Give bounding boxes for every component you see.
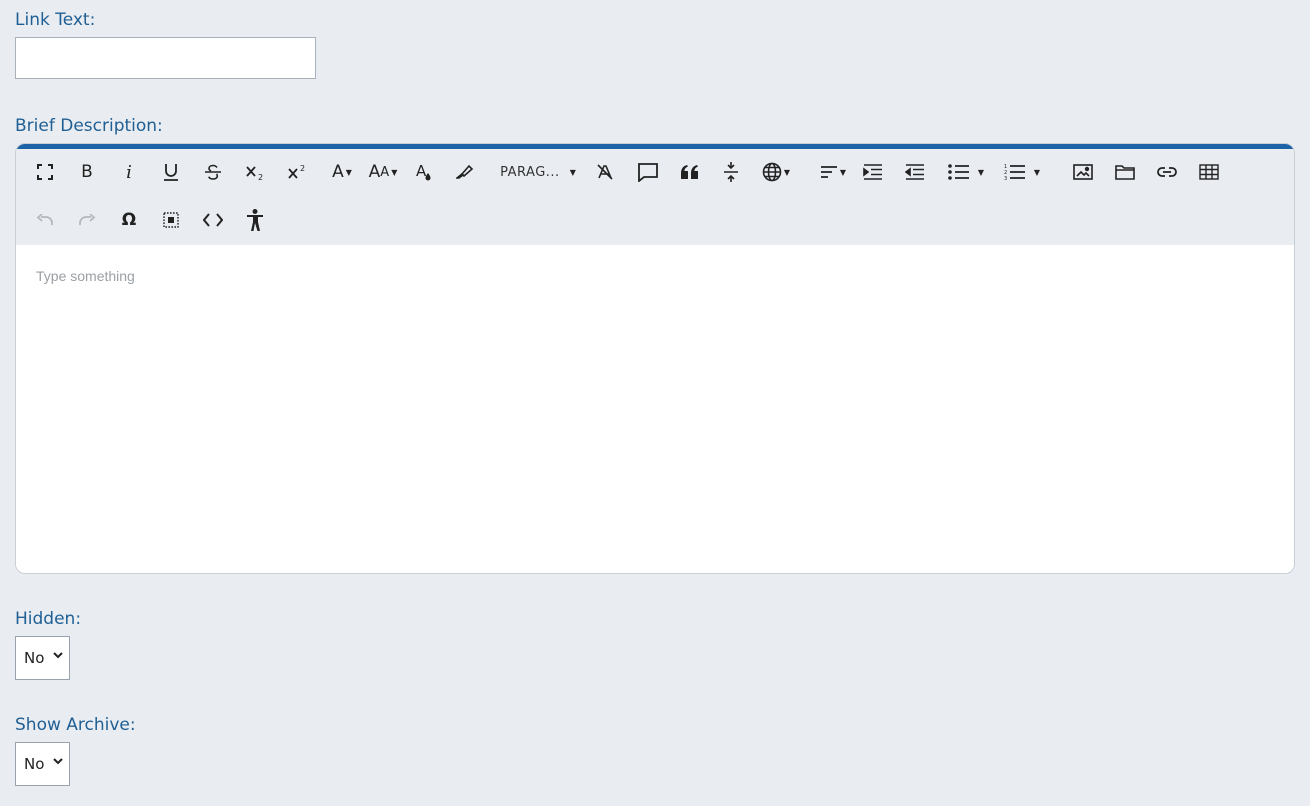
brief-description-label: Brief Description: (15, 116, 163, 136)
chevron-down-icon (53, 758, 63, 765)
code-view-icon[interactable] (200, 205, 226, 235)
table-icon[interactable] (1196, 157, 1222, 187)
fullscreen-icon[interactable] (32, 157, 58, 187)
accessibility-icon[interactable] (242, 205, 268, 235)
show-archive-label: Show Archive: (15, 715, 136, 735)
quote-icon[interactable] (676, 157, 704, 187)
subscript-icon[interactable]: 2 (242, 157, 270, 187)
special-char-icon[interactable]: Ω (116, 205, 142, 235)
outdent-icon[interactable] (902, 157, 928, 187)
hidden-select-value: No (24, 649, 45, 667)
language-icon[interactable]: ▼ (758, 157, 794, 187)
highlight-icon[interactable] (452, 157, 478, 187)
superscript-icon[interactable]: 2 (284, 157, 312, 187)
hidden-select[interactable]: No (15, 636, 70, 680)
hidden-label: Hidden: (15, 609, 82, 629)
font-size-icon[interactable]: A A ▼ (366, 157, 400, 187)
chevron-down-icon (53, 652, 63, 659)
image-icon[interactable] (1070, 157, 1096, 187)
rich-text-editor: B i 2 2 A ▼ A A ▼ A PARAG... ▼ ▼ ▼ ▼ 1 2… (15, 143, 1295, 574)
link-icon[interactable] (1154, 157, 1180, 187)
bullet-list-icon[interactable]: ▼ (944, 157, 988, 187)
editor-placeholder: Type something (36, 268, 135, 284)
editor-content-area[interactable]: Type something (16, 245, 1294, 573)
svg-text:2: 2 (258, 173, 263, 181)
show-archive-select[interactable]: No (15, 742, 70, 786)
text-color-icon[interactable]: A (412, 157, 436, 187)
clear-format-icon[interactable] (592, 157, 618, 187)
link-text-input[interactable] (15, 37, 316, 79)
undo-icon[interactable] (32, 205, 58, 235)
svg-text:A: A (416, 162, 427, 180)
align-icon[interactable]: ▼ (816, 157, 850, 187)
comment-icon[interactable] (634, 157, 662, 187)
paragraph-format-label: PARAG... (500, 164, 560, 180)
numbered-list-icon[interactable]: 1 2 3 ▼ (1000, 157, 1044, 187)
editor-toolbar: B i 2 2 A ▼ A A ▼ A PARAG... ▼ ▼ ▼ ▼ 1 2… (16, 149, 1294, 245)
svg-text:3: 3 (1004, 176, 1007, 181)
paragraph-format[interactable]: PARAG... ▼ (494, 157, 582, 187)
select-all-icon[interactable] (158, 205, 184, 235)
font-color-icon[interactable]: A ▼ (326, 157, 358, 187)
show-archive-select-value: No (24, 755, 45, 773)
link-text-label: Link Text: (15, 10, 96, 30)
indent-icon[interactable] (860, 157, 886, 187)
horizontal-line-icon[interactable] (718, 157, 744, 187)
redo-icon[interactable] (74, 205, 100, 235)
strikethrough-icon[interactable] (200, 157, 226, 187)
bold-icon[interactable]: B (74, 157, 100, 187)
underline-icon[interactable] (158, 157, 184, 187)
folder-icon[interactable] (1112, 157, 1138, 187)
svg-text:2: 2 (300, 164, 305, 173)
italic-icon[interactable]: i (116, 157, 142, 187)
